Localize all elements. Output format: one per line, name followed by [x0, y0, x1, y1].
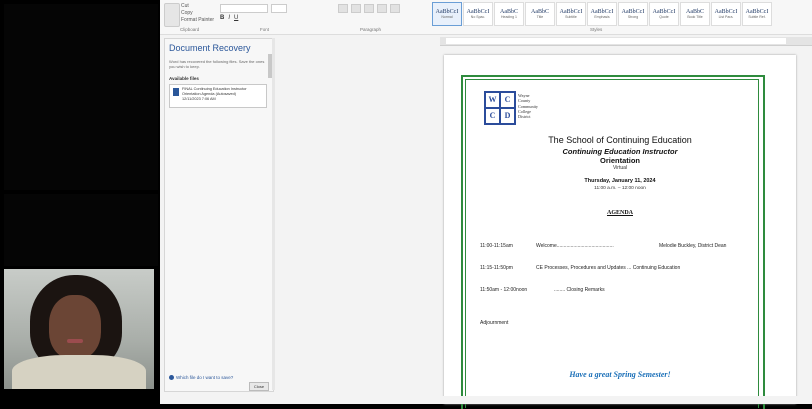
format-buttons: B I U: [220, 15, 238, 21]
style-emphasis[interactable]: AaBbCcI Emphasis: [587, 2, 617, 26]
agenda-item-time: 11:50am - 12:00noon: [480, 287, 528, 293]
copy-button[interactable]: Copy: [181, 10, 214, 17]
which-file-help-link[interactable]: Which file do I want to save?: [169, 375, 233, 381]
doc-subtitle: Continuing Education Instructor: [562, 147, 678, 156]
agenda-adjournment: Adjournment: [480, 320, 509, 326]
style-book-title[interactable]: AaBbC Book Title: [680, 2, 710, 26]
font-size-select[interactable]: [271, 4, 287, 13]
doc-closing-message: Have a great Spring Semester!: [569, 370, 671, 379]
doc-title: The School of Continuing Education: [548, 135, 692, 145]
clipboard-commands: Cut Copy Format Painter: [181, 3, 214, 24]
document-recovery-pane: Document Recovery Word has recovered the…: [164, 38, 274, 392]
recovery-close-button[interactable]: Close: [249, 382, 269, 391]
show-marks-button[interactable]: [390, 4, 400, 13]
group-styles: Styles: [590, 27, 603, 32]
participant-camera: [4, 269, 154, 389]
numbering-button[interactable]: [351, 4, 361, 13]
document-page[interactable]: W C C D Wayne County Community College D…: [444, 55, 796, 409]
agenda-item-time: 11:15-11:50pm: [480, 265, 513, 271]
bold-button[interactable]: B: [220, 15, 224, 21]
college-logo: W C C D: [484, 91, 516, 125]
recovered-file-name: FINAL Continuing Education Instructor Or…: [182, 87, 247, 101]
recovery-description: Word has recovered the following files. …: [169, 59, 265, 69]
video-tile: [4, 194, 158, 266]
style-strong[interactable]: AaBbCcI Strong: [618, 2, 648, 26]
pane-splitter[interactable]: [272, 38, 275, 390]
help-icon: [169, 375, 174, 381]
paste-button[interactable]: [164, 3, 180, 27]
doc-date: Thursday, January 11, 2024: [584, 178, 656, 184]
word-document-icon: [173, 88, 179, 96]
style-heading-1[interactable]: AaBbC Heading 1: [494, 2, 524, 26]
agenda-item-topic: Welcome.................................…: [536, 243, 614, 249]
style-subtitle[interactable]: AaBbCcI Subtitle: [556, 2, 586, 26]
indent-button[interactable]: [364, 4, 374, 13]
group-font: Font: [260, 27, 270, 32]
format-painter-button[interactable]: Format Painter: [181, 17, 214, 24]
recovered-file-item[interactable]: FINAL Continuing Education Instructor Or…: [169, 84, 267, 108]
status-bar: [160, 396, 812, 404]
style-quote[interactable]: AaBbCcI Quote: [649, 2, 679, 26]
video-panel: [0, 0, 158, 404]
agenda-item-speaker: Melodie Buckley, District Dean: [659, 243, 727, 249]
font-selectors: [220, 4, 287, 13]
doc-agenda-heading: AGENDA: [606, 210, 633, 216]
video-tile: [4, 4, 158, 190]
doc-virtual: Virtual: [612, 165, 628, 171]
style-ref[interactable]: AaBbCcI Subtle Ref.: [742, 2, 772, 26]
underline-button[interactable]: U: [234, 15, 238, 21]
horizontal-ruler[interactable]: [440, 37, 812, 46]
ribbon: Cut Copy Format Painter B I U AaBbCcI Nor…: [160, 0, 812, 35]
sort-button[interactable]: [377, 4, 387, 13]
agenda-item-topic: ........ Closing Remarks: [554, 287, 605, 293]
agenda-item-time: 11:00-11:15am: [480, 243, 513, 249]
font-family-select[interactable]: [220, 4, 268, 13]
style-normal[interactable]: AaBbCcI Normal: [432, 2, 462, 26]
styles-gallery: AaBbCcI Normal AaBbCcI No Spac. AaBbC Headi…: [432, 2, 772, 26]
available-files-label: Available files: [169, 76, 199, 81]
cut-button[interactable]: Cut: [181, 3, 214, 10]
style-no-spacing[interactable]: AaBbCcI No Spac.: [463, 2, 493, 26]
style-list[interactable]: AaBbCcI List Para.: [711, 2, 741, 26]
italic-button[interactable]: I: [228, 15, 230, 21]
word-window: Cut Copy Format Painter B I U AaBbCcI Nor…: [160, 0, 812, 409]
agenda-item-topic: CE Processes, Procedures and Updates ...…: [536, 265, 681, 271]
bullets-button[interactable]: [338, 4, 348, 13]
group-clipboard: Clipboard: [180, 27, 200, 32]
style-title[interactable]: AaBbC Title: [525, 2, 555, 26]
doc-time: 11:00 a.m. – 12:00 noon: [594, 186, 646, 191]
group-paragraph: Paragraph: [360, 27, 382, 32]
paragraph-buttons: [338, 4, 400, 13]
recovery-title: Document Recovery: [169, 43, 251, 53]
logo-text: Wayne County Community College District: [518, 93, 539, 120]
doc-orientation: Orientation: [599, 156, 640, 165]
